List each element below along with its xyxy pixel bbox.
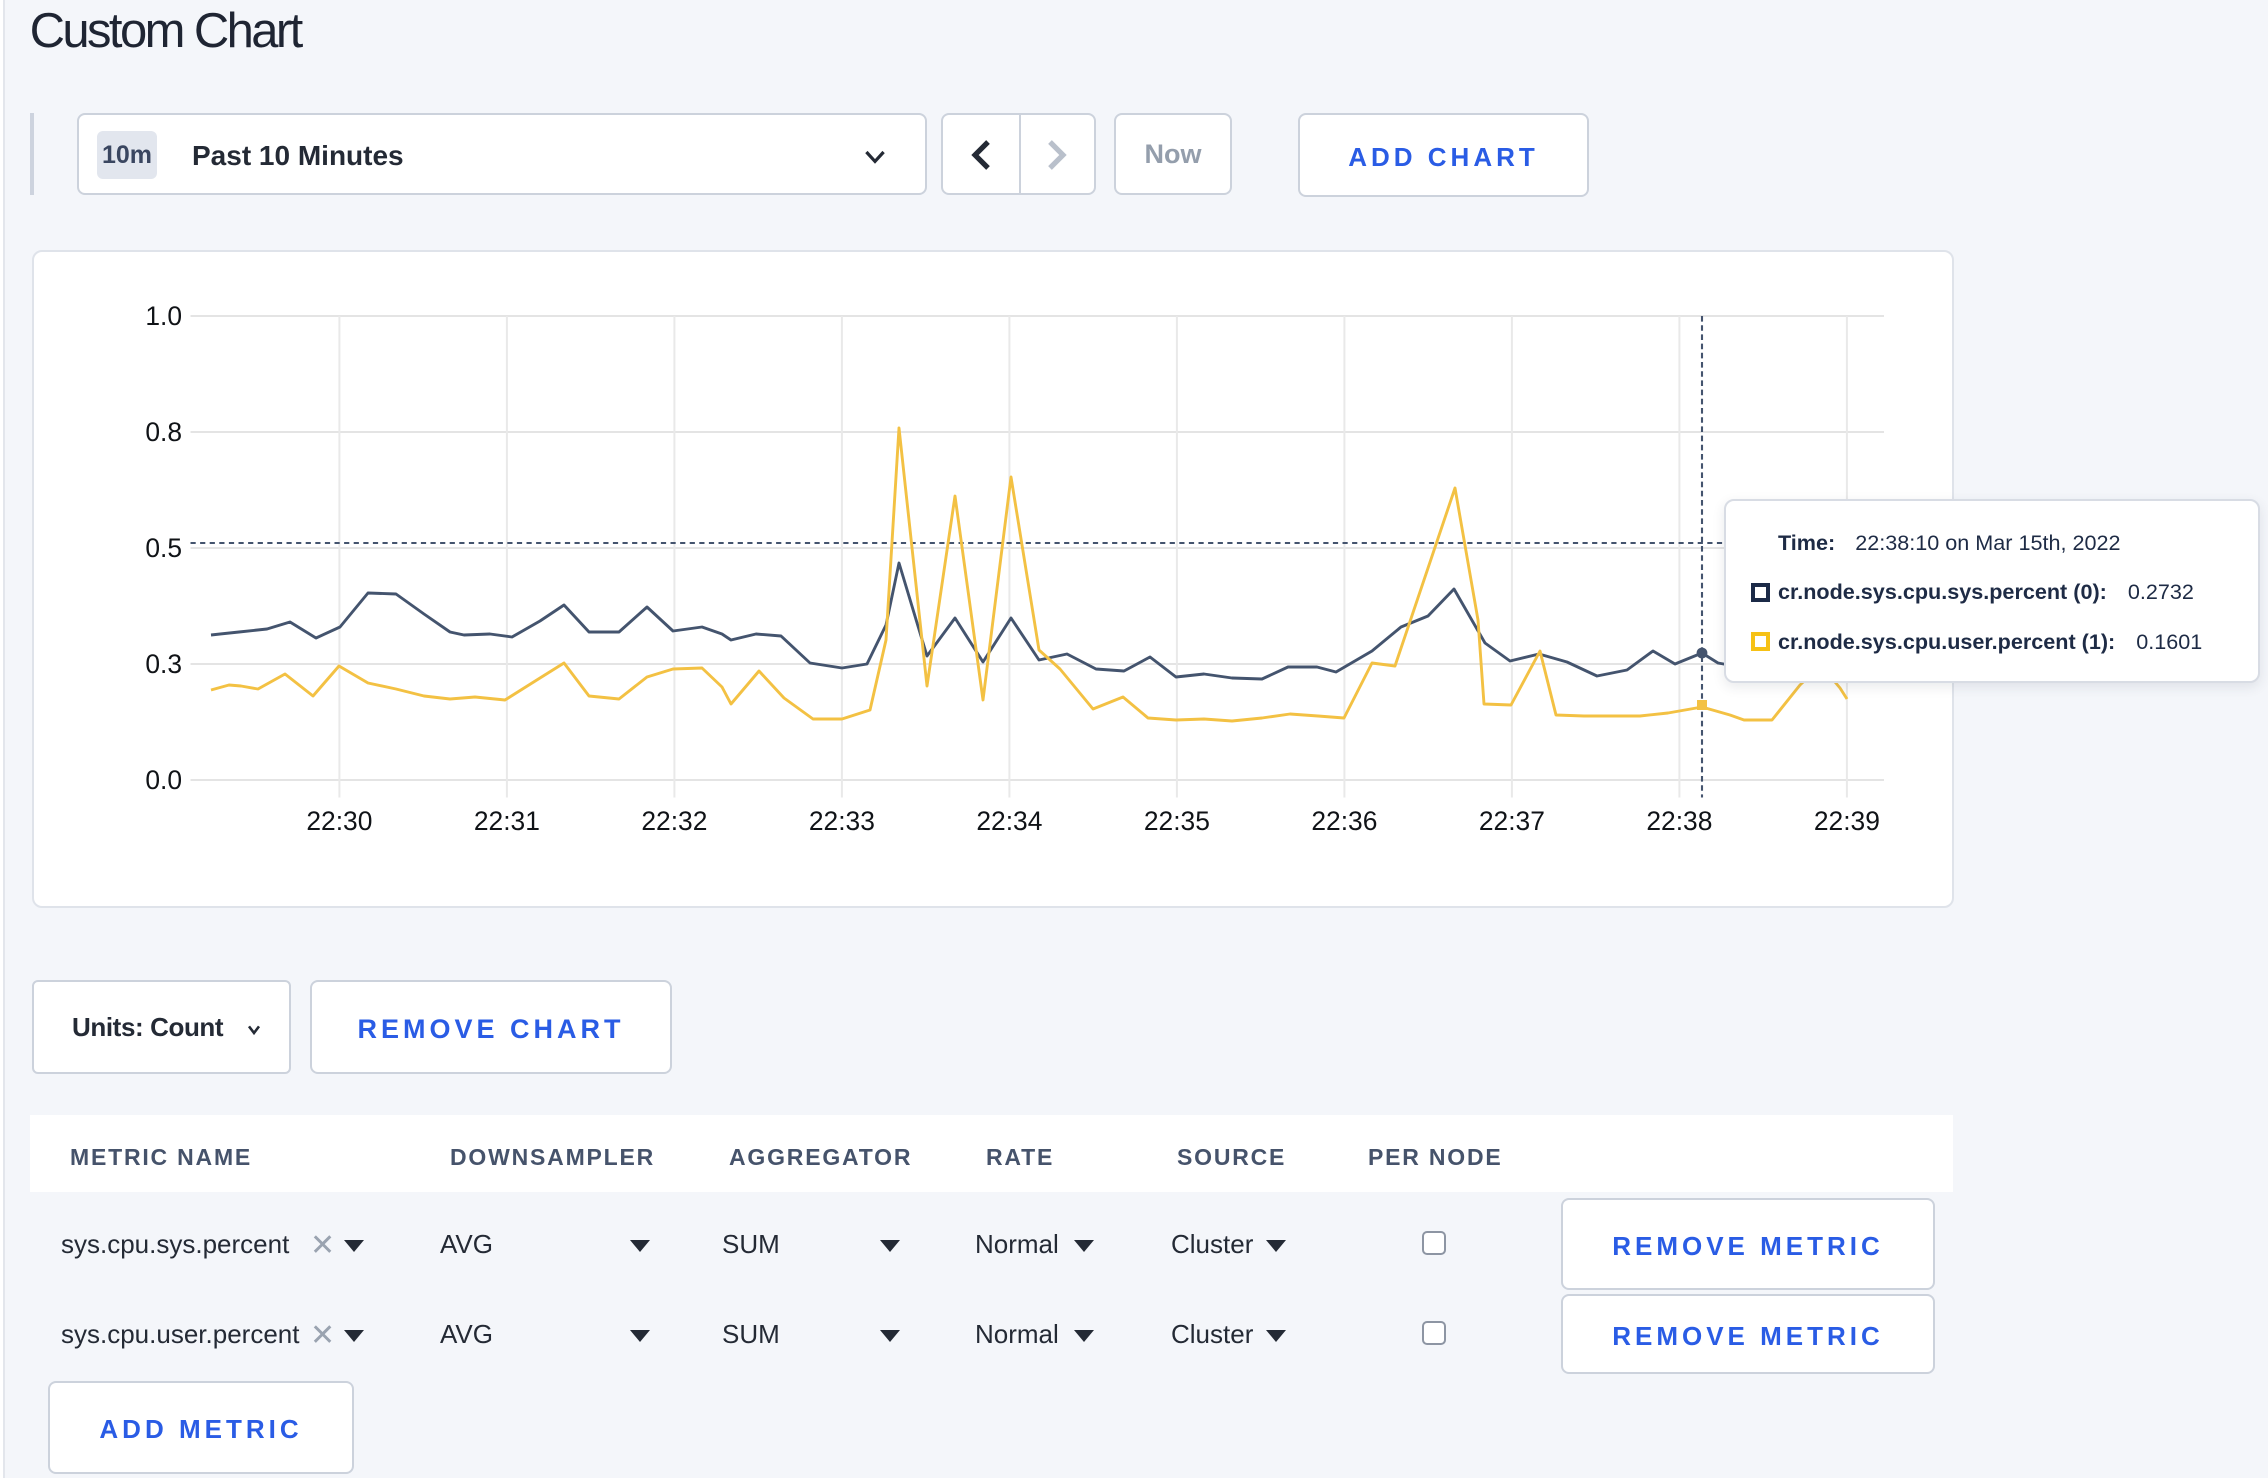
svg-text:22:38: 22:38 [1646,806,1712,836]
svg-text:22:31: 22:31 [474,806,540,836]
svg-text:1.0: 1.0 [145,301,182,331]
svg-text:22:30: 22:30 [306,806,372,836]
svg-text:22:35: 22:35 [1144,806,1210,836]
svg-text:0.0: 0.0 [145,765,182,795]
svg-text:22:37: 22:37 [1479,806,1545,836]
svg-text:22:32: 22:32 [641,806,707,836]
svg-text:0.8: 0.8 [145,417,182,447]
svg-text:0.3: 0.3 [145,649,182,679]
svg-text:0.5: 0.5 [145,533,182,563]
svg-text:22:34: 22:34 [976,806,1042,836]
svg-text:22:39: 22:39 [1814,806,1880,836]
svg-text:22:36: 22:36 [1311,806,1377,836]
svg-text:22:33: 22:33 [809,806,875,836]
